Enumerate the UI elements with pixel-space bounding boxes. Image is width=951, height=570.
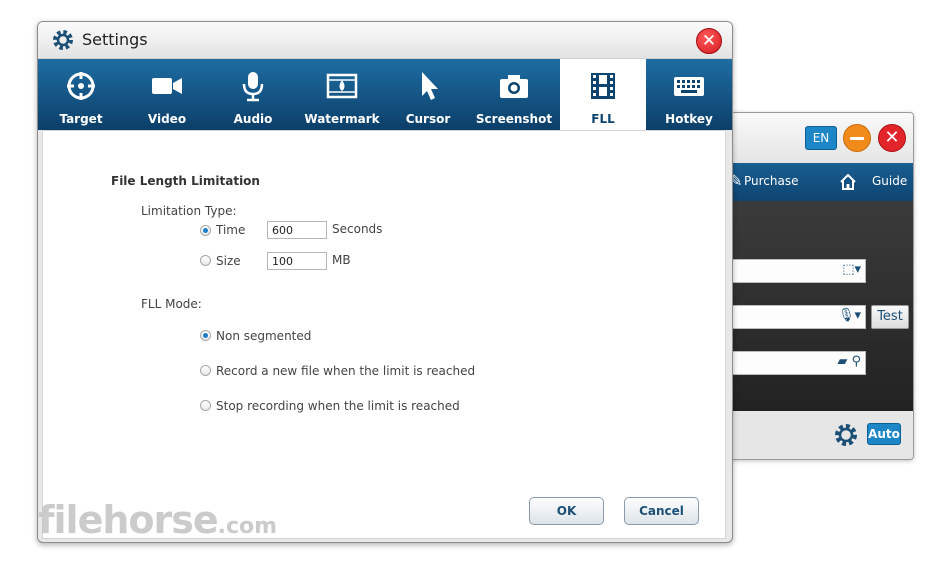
size-unit: MB (332, 253, 351, 267)
limitation-type-label: Limitation Type: (141, 204, 237, 218)
minimize-button[interactable] (843, 124, 871, 152)
film-icon (591, 73, 615, 99)
mode-non-segmented-radio[interactable] (200, 330, 211, 341)
guide-link[interactable]: Guide (872, 174, 907, 188)
target-icon (67, 72, 95, 100)
tab-fll[interactable]: FLL (560, 59, 646, 130)
size-radio[interactable] (200, 255, 211, 266)
time-radio[interactable] (200, 225, 211, 236)
time-label: Time (216, 223, 246, 237)
size-input[interactable] (267, 252, 327, 270)
tab-cursor[interactable]: Cursor (388, 59, 468, 130)
language-button[interactable]: EN (805, 126, 837, 150)
keyboard-icon (674, 77, 704, 96)
tab-label: Hotkey (665, 112, 713, 126)
settings-close-button[interactable]: ✕ (696, 28, 722, 54)
size-label: Size (216, 254, 241, 268)
mode-option-label: Non segmented (216, 329, 312, 343)
microphone-speaker-icon: 🎙▾ (837, 308, 861, 323)
site-watermark: filehorse.com (38, 498, 277, 542)
tab-label: Cursor (405, 112, 451, 126)
tab-audio[interactable]: Audio (210, 59, 296, 130)
cursor-icon (422, 72, 438, 100)
tab-label: FLL (591, 112, 615, 126)
microphone-icon (242, 72, 264, 102)
main-close-button[interactable]: ✕ (878, 124, 906, 152)
purchase-link[interactable]: Purchase (744, 174, 799, 188)
tab-label: Screenshot (475, 112, 553, 126)
tab-label: Target (59, 112, 103, 126)
region-dropdown-icon: ⬚▾ (842, 262, 861, 277)
tab-watermark[interactable]: Watermark (296, 59, 388, 130)
fll-panel: File Length Limitation Limitation Type: … (42, 130, 726, 539)
watermark-text: filehorse (38, 498, 219, 542)
tab-video[interactable]: Video (124, 59, 210, 130)
mode-stop-radio[interactable] (200, 400, 211, 411)
settings-tabbar: Target Video Audio Watermark Cursor Scre… (38, 59, 732, 130)
time-input[interactable] (267, 221, 327, 239)
mode-option-label: Stop recording when the limit is reached (216, 399, 460, 413)
tab-label: Audio (233, 112, 273, 126)
auto-button[interactable]: Auto (867, 423, 901, 445)
fll-mode-label: FLL Mode: (141, 297, 202, 311)
tab-target[interactable]: Target (38, 59, 124, 130)
camera-icon (500, 75, 528, 98)
tab-hotkey[interactable]: Hotkey (646, 59, 732, 130)
settings-title: Settings (82, 30, 148, 49)
settings-gear-icon (53, 30, 73, 50)
tab-label: Watermark (304, 112, 380, 126)
mode-new-file-radio[interactable] (200, 365, 211, 376)
audio-test-button[interactable]: Test (871, 305, 909, 329)
ok-button[interactable]: OK (529, 497, 604, 525)
watermark-icon (326, 73, 358, 99)
folder-search-icon: ▰ ⚲ (837, 354, 861, 369)
gear-icon[interactable] (833, 422, 859, 448)
mode-option-label: Record a new file when the limit is reac… (216, 364, 476, 378)
tab-screenshot[interactable]: Screenshot (468, 59, 560, 130)
section-title: File Length Limitation (111, 174, 260, 188)
watermark-suffix: .com (217, 514, 278, 539)
cancel-button[interactable]: Cancel (624, 497, 699, 525)
tab-label: Video (147, 112, 187, 126)
settings-titlebar: Settings ✕ (38, 22, 732, 59)
settings-dialog: Settings ✕ Target Video Audio Watermark … (37, 21, 733, 543)
time-unit: Seconds (332, 222, 383, 236)
home-icon (840, 173, 856, 190)
video-camera-icon (152, 78, 182, 94)
